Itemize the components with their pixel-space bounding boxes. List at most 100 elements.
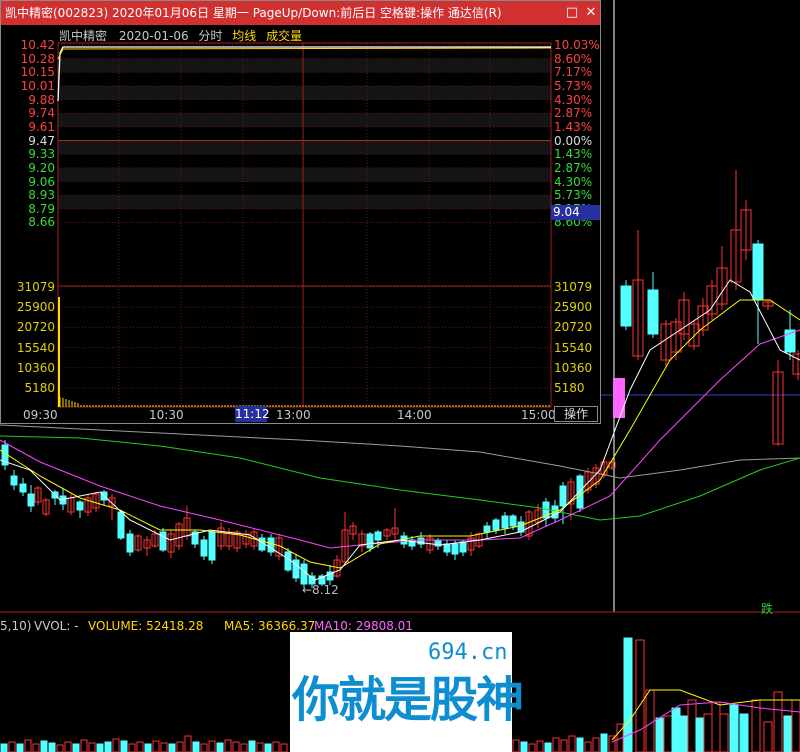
candle-body	[366, 533, 374, 549]
candle-body	[10, 475, 18, 486]
price-left-tick: 9.33	[28, 147, 55, 162]
volume-bar	[40, 740, 48, 752]
candle-body	[576, 475, 584, 509]
volume-bar	[16, 743, 24, 752]
volume-bar	[695, 717, 705, 752]
volume-bar	[729, 704, 739, 752]
volume-right-tick: 5180	[554, 381, 585, 395]
volume-right-tick: 20720	[554, 320, 593, 335]
percent-right-tick: 8.60%	[554, 51, 593, 66]
candle-body	[647, 289, 659, 335]
candle-body	[451, 543, 459, 555]
candle-body	[374, 531, 382, 541]
volume-bar	[264, 743, 272, 752]
volume-right-tick: 25900	[554, 300, 593, 315]
volume-bar	[520, 741, 528, 752]
ma10-value: MA10: 29808.01	[314, 619, 413, 633]
volume-bar	[120, 740, 128, 752]
price-left-tick: 9.74	[28, 106, 55, 121]
time-tick: 09:30	[23, 408, 58, 422]
volume-right-tick: 10360	[554, 360, 593, 375]
volume-bar	[216, 742, 224, 752]
volume-bar	[0, 743, 8, 752]
price-left-tick: 9.61	[28, 119, 55, 134]
candle-body	[159, 531, 167, 551]
price-left-tick: 10.28	[20, 51, 55, 66]
percent-right-tick: 1.43%	[554, 147, 593, 162]
grid-band	[58, 195, 551, 209]
grid-band	[58, 85, 551, 100]
candle-body	[492, 519, 500, 531]
time-tick: 14:00	[397, 408, 432, 422]
percent-right-tick: 1.43%	[554, 119, 593, 134]
percent-right-tick: 0.00%	[554, 133, 593, 148]
percent-right-tick: 7.17%	[554, 65, 593, 80]
percent-right-tick: 4.30%	[554, 174, 593, 189]
candle-body	[208, 531, 216, 561]
percent-right-tick: 5.73%	[554, 78, 593, 93]
ma5-value: MA5: 36366.37	[224, 619, 316, 633]
intraday-popup-window[interactable]: 凯中精密(002823) 2020年01月06日 星期一 PageUp/Down…	[0, 0, 601, 424]
percent-right-tick: 2.87%	[554, 160, 593, 175]
volume-left-tick: 20720	[16, 320, 55, 335]
volume-left-tick: 31079	[16, 280, 55, 294]
candle-body	[459, 541, 467, 553]
volume-bar	[72, 743, 80, 752]
volume-bar	[248, 740, 256, 752]
percent-right-tick: 4.30%	[554, 92, 593, 107]
volume-bar	[679, 715, 689, 752]
time-tick: 15:00	[521, 408, 556, 422]
price-left-tick: 8.79	[28, 201, 55, 216]
candle-body	[126, 533, 134, 553]
candle-body	[284, 551, 292, 571]
intraday-chart	[57, 42, 552, 408]
vvol-label: VVOL: -	[34, 619, 79, 633]
percent-right-tick: 2.87%	[554, 106, 593, 121]
price-left-tick: 9.20	[28, 160, 55, 175]
candle-body	[443, 543, 451, 553]
candle-body	[27, 493, 35, 507]
volume-bar	[655, 717, 665, 752]
percent-right-tick: 5.73%	[554, 188, 593, 203]
grid-band	[58, 113, 551, 127]
volume-bar	[144, 743, 152, 752]
grid-band	[58, 58, 551, 73]
candle-body	[300, 563, 308, 585]
volume-bar	[48, 742, 56, 752]
price-left-tick: 8.93	[28, 188, 55, 203]
volume-bar	[600, 733, 608, 752]
volume-value: VOLUME: 52418.28	[88, 619, 204, 633]
candle-body	[483, 525, 491, 533]
current-price-marker: 9.04	[551, 205, 600, 220]
watermark-text: 你就是股神	[292, 672, 524, 728]
candle-body	[620, 285, 632, 327]
candle-body	[509, 515, 517, 527]
time-tick: 13:00	[276, 408, 311, 422]
time-tick: 10:30	[149, 408, 184, 422]
volume-bar	[104, 741, 112, 752]
volume-bar	[739, 713, 749, 752]
highlight-bar	[613, 378, 625, 418]
current-time-marker: 11:12	[235, 406, 270, 422]
volume-left-tick: 10360	[16, 360, 55, 375]
volume-bar	[544, 742, 552, 752]
down-indicator: 跌	[761, 602, 774, 616]
price-left-tick: 10.15	[20, 65, 55, 80]
price-left-tick: 8.66	[28, 215, 55, 230]
price-left-tick: 10.42	[20, 38, 55, 52]
operate-button[interactable]: 操作	[554, 406, 598, 422]
candle-body	[752, 243, 764, 301]
candle-body	[200, 539, 208, 557]
volume-right-tick: 15540	[554, 340, 593, 355]
price-left-tick: 10.01	[20, 78, 55, 93]
candle-body	[76, 501, 84, 511]
volume-bar	[168, 743, 176, 752]
volume-left-tick: 25900	[16, 300, 55, 315]
low-price-marker: ←8.12	[302, 583, 339, 597]
percent-right-tick: 10.03%	[554, 38, 600, 52]
vol-param: 5,10)	[0, 619, 32, 633]
volume-bar	[783, 715, 793, 752]
avg-price-line	[57, 47, 552, 60]
grid-band	[58, 140, 551, 155]
candle-body	[559, 485, 567, 507]
